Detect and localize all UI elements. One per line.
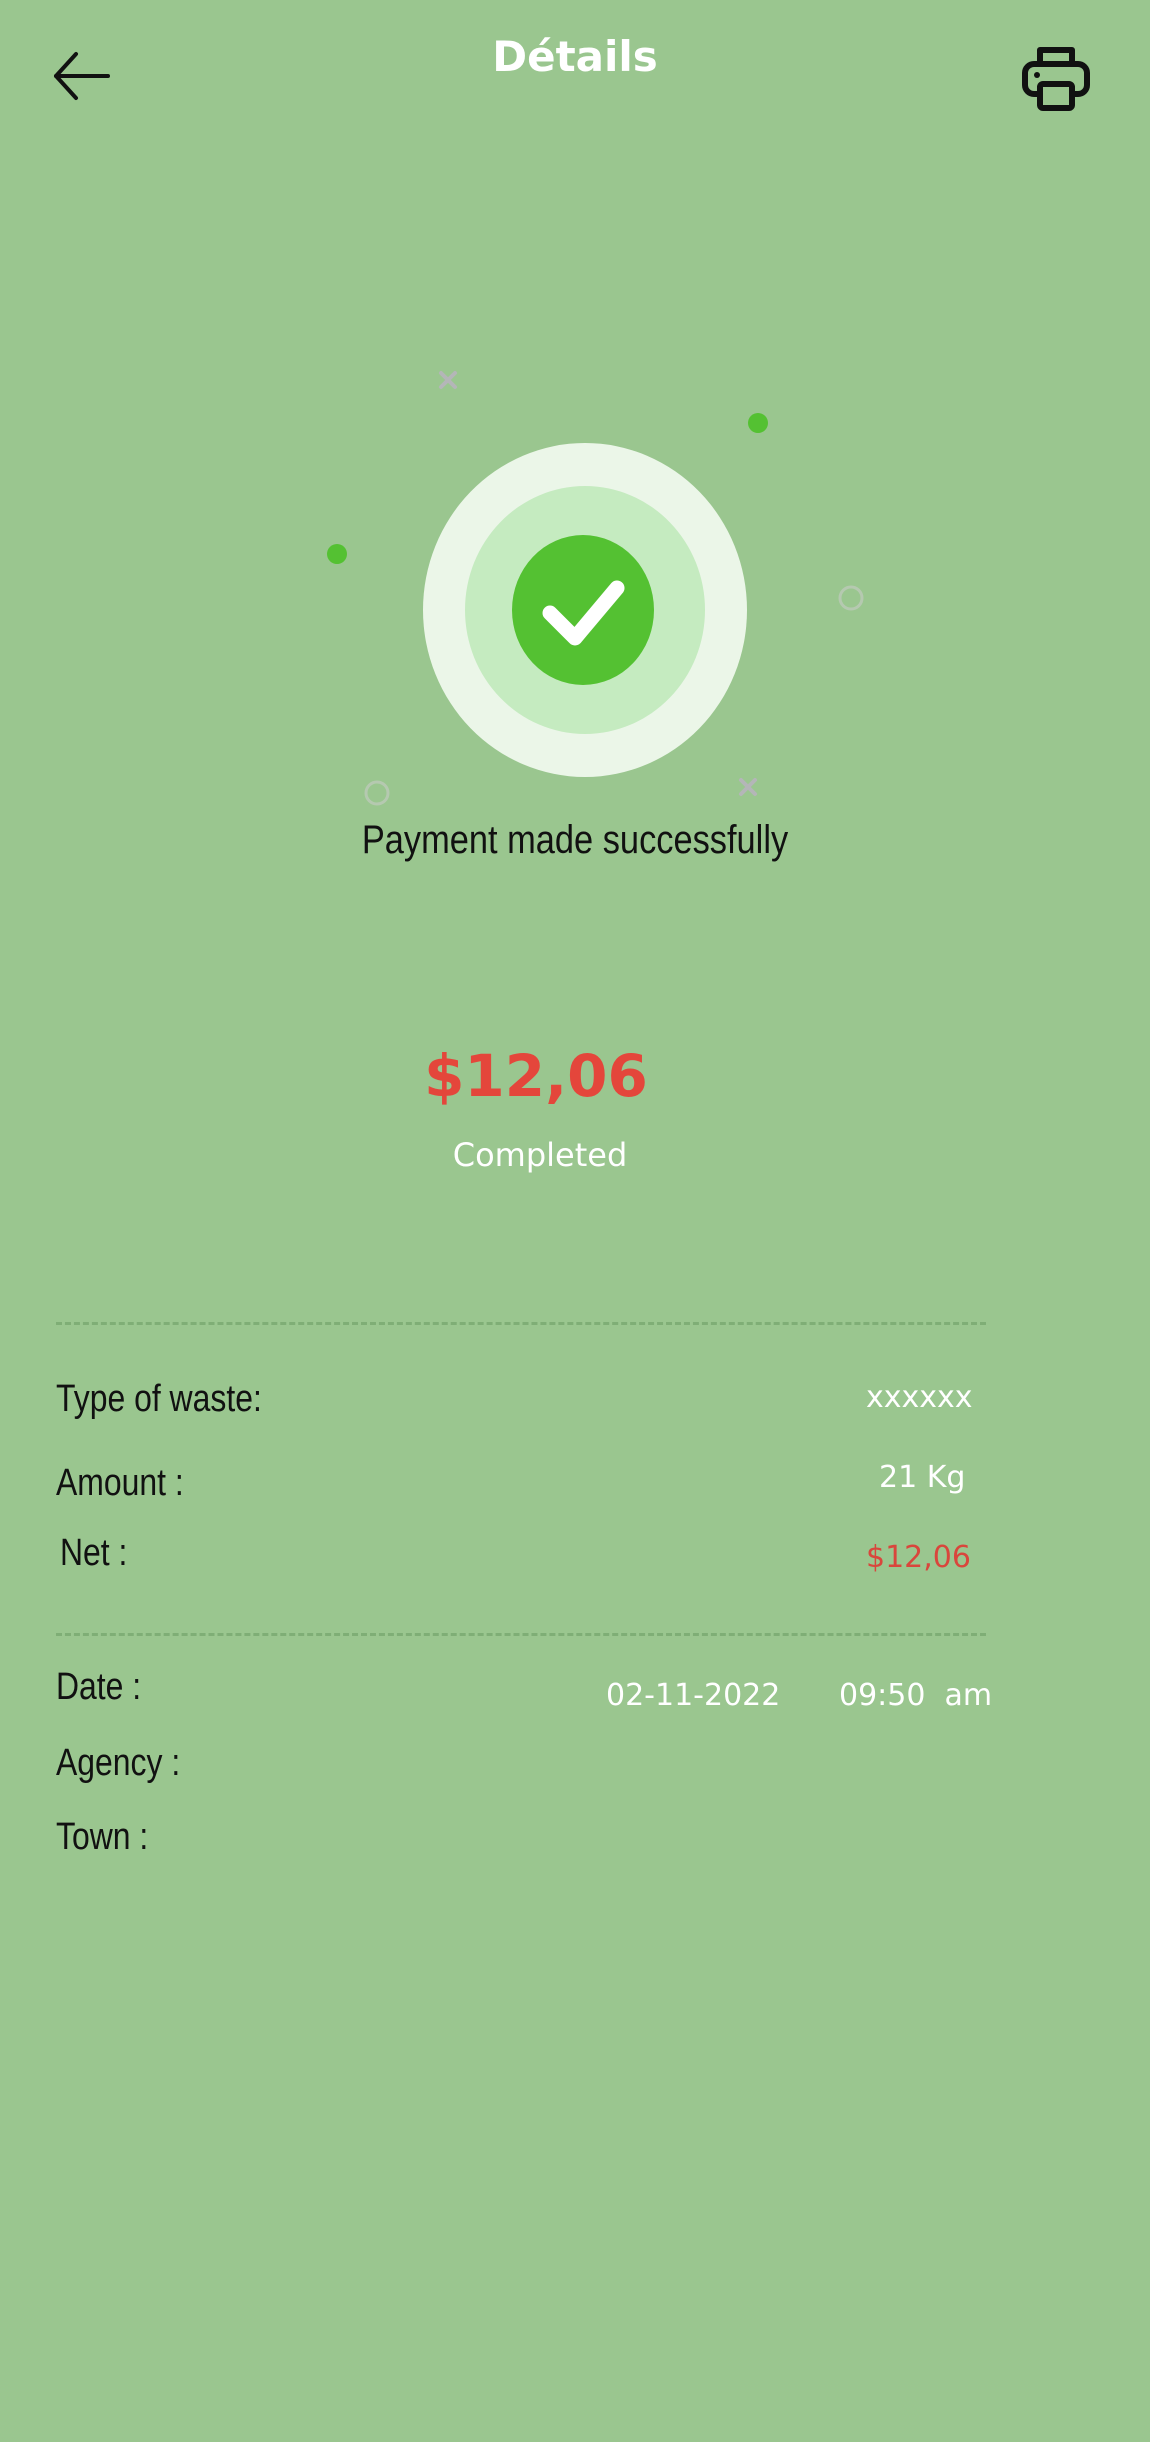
divider-top — [56, 1322, 986, 1325]
town-label: Town : — [56, 1816, 149, 1858]
time-value: 09:50 am — [839, 1678, 993, 1713]
date-value: 02-11-2022 — [606, 1678, 781, 1713]
amount-label: Amount : — [56, 1462, 184, 1504]
payment-status: Completed — [452, 1136, 628, 1174]
amount-value: 21 Kg — [879, 1460, 966, 1495]
success-illustration — [327, 371, 864, 806]
net-value: $12,06 — [866, 1540, 971, 1575]
net-label: Net : — [60, 1532, 128, 1574]
agency-label: Agency : — [56, 1742, 181, 1784]
success-message: Payment made successfully — [361, 818, 789, 862]
divider-bottom — [56, 1633, 986, 1636]
check-circle-icon — [423, 443, 747, 777]
payment-amount: $12,06 — [424, 1042, 648, 1110]
waste-type-label: Type of waste: — [56, 1378, 262, 1420]
date-label: Date : — [56, 1666, 142, 1708]
waste-type-value: xxxxxx — [866, 1380, 973, 1415]
